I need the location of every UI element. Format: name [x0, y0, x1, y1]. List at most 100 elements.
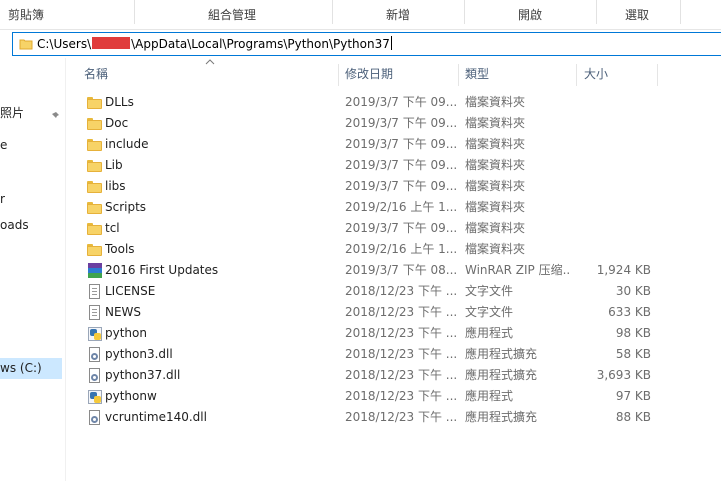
file-modified-date: 2019/3/7 下午 08... — [345, 263, 457, 277]
column-divider[interactable] — [576, 64, 577, 86]
file-modified-date: 2019/3/7 下午 09... — [345, 116, 457, 130]
python-app-icon — [87, 326, 102, 341]
file-type: 檔案資料夾 — [465, 158, 526, 172]
file-type: 應用程式 — [465, 389, 514, 403]
folder-icon — [87, 158, 102, 173]
nav-item-pictures[interactable]: 照片 — [0, 103, 65, 124]
folder-icon — [87, 221, 102, 236]
dll-file-icon — [87, 347, 102, 362]
file-name: libs — [105, 179, 126, 193]
column-divider[interactable] — [338, 64, 339, 86]
column-header-size[interactable]: 大小 — [584, 60, 654, 88]
file-size — [578, 134, 651, 155]
file-row[interactable]: Doc 2019/3/7 下午 09... 檔案資料夾 — [66, 113, 721, 134]
file-row[interactable]: python3.dll 2018/12/23 下午 ... 應用程式擴充 58 KB — [66, 344, 721, 365]
ribbon-group-select[interactable]: 選取 — [596, 0, 678, 30]
file-type: 檔案資料夾 — [465, 242, 526, 256]
file-modified-date: 2018/12/23 下午 ... — [345, 284, 457, 298]
file-row[interactable]: Tools 2019/2/16 上午 1... 檔案資料夾 — [66, 239, 721, 260]
python-app-icon — [87, 389, 102, 404]
file-list: DLLs 2019/3/7 下午 09... 檔案資料夾 Doc 2019/3/7 下午… — [66, 92, 721, 428]
file-name: LICENSE — [105, 284, 156, 298]
nav-item-r[interactable]: r — [0, 189, 65, 210]
nav-item-windows-c[interactable]: ws (C:) — [0, 358, 62, 379]
file-modified-date: 2018/12/23 下午 ... — [345, 368, 457, 382]
file-type: 應用程式 — [465, 326, 514, 340]
file-name: pythonw — [105, 389, 157, 403]
dll-file-icon — [87, 410, 102, 425]
ribbon-group-organize[interactable]: 組合管理 — [134, 0, 330, 30]
ribbon: 剪貼簿 組合管理 新增 開啟 選取 — [0, 0, 721, 30]
file-size: 633 KB — [608, 305, 651, 319]
folder-icon — [19, 36, 33, 55]
text-cursor — [390, 36, 392, 50]
file-row[interactable]: libs 2019/3/7 下午 09... 檔案資料夾 — [66, 176, 721, 197]
file-modified-date: 2018/12/23 下午 ... — [345, 410, 457, 424]
ribbon-group-new[interactable]: 新增 — [332, 0, 464, 30]
folder-icon — [87, 200, 102, 215]
file-name: python — [105, 326, 147, 340]
column-header-type[interactable]: 類型 — [465, 60, 571, 88]
file-row[interactable]: vcruntime140.dll 2018/12/23 下午 ... 應用程式擴充 8… — [66, 407, 721, 428]
file-row[interactable]: Scripts 2019/2/16 上午 1... 檔案資料夾 — [66, 197, 721, 218]
file-type: 應用程式擴充 — [465, 410, 538, 424]
nav-item-downloads[interactable]: oads — [0, 215, 65, 236]
file-name: python3.dll — [105, 347, 173, 361]
file-size: 88 KB — [615, 410, 651, 424]
file-name: Scripts — [105, 200, 147, 214]
file-modified-date: 2019/2/16 上午 1... — [345, 200, 457, 214]
column-header-date[interactable]: 修改日期 — [345, 60, 455, 88]
file-type: 檔案資料夾 — [465, 200, 526, 214]
file-type: 文字文件 — [465, 284, 514, 298]
file-modified-date: 2019/3/7 下午 09... — [345, 179, 457, 193]
file-name: NEWS — [105, 305, 142, 319]
file-name: Tools — [105, 242, 135, 256]
file-row[interactable]: pythonw 2018/12/23 下午 ... 應用程式 97 KB — [66, 386, 721, 407]
file-row[interactable]: LICENSE 2018/12/23 下午 ... 文字文件 30 KB — [66, 281, 721, 302]
nav-item-e[interactable]: e — [0, 135, 65, 156]
file-size — [578, 176, 651, 197]
nav-item-label: 照片 — [0, 106, 25, 120]
file-type: WinRAR ZIP 压缩... — [465, 263, 571, 277]
pin-icon — [50, 108, 60, 129]
column-divider[interactable] — [657, 64, 658, 86]
file-size: 1,924 KB — [596, 263, 651, 277]
file-row[interactable]: Lib 2019/3/7 下午 09... 檔案資料夾 — [66, 155, 721, 176]
file-row[interactable]: python37.dll 2018/12/23 下午 ... 應用程式擴充 3,693… — [66, 365, 721, 386]
folder-icon — [87, 242, 102, 257]
file-row[interactable]: 2016 First Updates 2019/3/7 下午 08... WinRA… — [66, 260, 721, 281]
path-suffix: \AppData\Local\Programs\Python\Python37 — [131, 37, 390, 51]
file-type: 檔案資料夾 — [465, 95, 526, 109]
file-name: python37.dll — [105, 368, 181, 382]
file-row[interactable]: python 2018/12/23 下午 ... 應用程式 98 KB — [66, 323, 721, 344]
folder-icon — [87, 116, 102, 131]
winrar-archive-icon — [87, 263, 102, 278]
address-path[interactable]: C:\Users\ \AppData\Local\Programs\Python\… — [37, 33, 392, 55]
file-type: 文字文件 — [465, 305, 514, 319]
file-modified-date: 2019/3/7 下午 09... — [345, 158, 457, 172]
file-modified-date: 2018/12/23 下午 ... — [345, 305, 457, 319]
column-header-name[interactable]: 名稱 — [84, 60, 334, 88]
file-size: 58 KB — [615, 347, 651, 361]
folder-icon — [87, 137, 102, 152]
file-size — [578, 218, 651, 239]
file-row[interactable]: DLLs 2019/3/7 下午 09... 檔案資料夾 — [66, 92, 721, 113]
file-type: 檔案資料夾 — [465, 137, 526, 151]
file-type: 應用程式擴充 — [465, 347, 538, 361]
path-prefix: C:\Users\ — [37, 37, 92, 51]
file-row[interactable]: include 2019/3/7 下午 09... 檔案資料夾 — [66, 134, 721, 155]
ribbon-group-clipboard[interactable]: 剪貼簿 — [0, 0, 52, 30]
column-divider[interactable] — [458, 64, 459, 86]
file-name: Doc — [105, 116, 129, 130]
file-row[interactable]: NEWS 2018/12/23 下午 ... 文字文件 633 KB — [66, 302, 721, 323]
file-modified-date: 2018/12/23 下午 ... — [345, 326, 457, 340]
file-size: 30 KB — [615, 284, 651, 298]
file-modified-date: 2018/12/23 下午 ... — [345, 347, 457, 361]
file-size: 97 KB — [615, 389, 651, 403]
address-bar[interactable]: C:\Users\ \AppData\Local\Programs\Python\… — [12, 32, 721, 56]
file-size — [578, 197, 651, 218]
file-type: 檔案資料夾 — [465, 179, 526, 193]
folder-icon — [87, 95, 102, 110]
file-row[interactable]: tcl 2019/3/7 下午 09... 檔案資料夾 — [66, 218, 721, 239]
ribbon-group-open[interactable]: 開啟 — [464, 0, 596, 30]
